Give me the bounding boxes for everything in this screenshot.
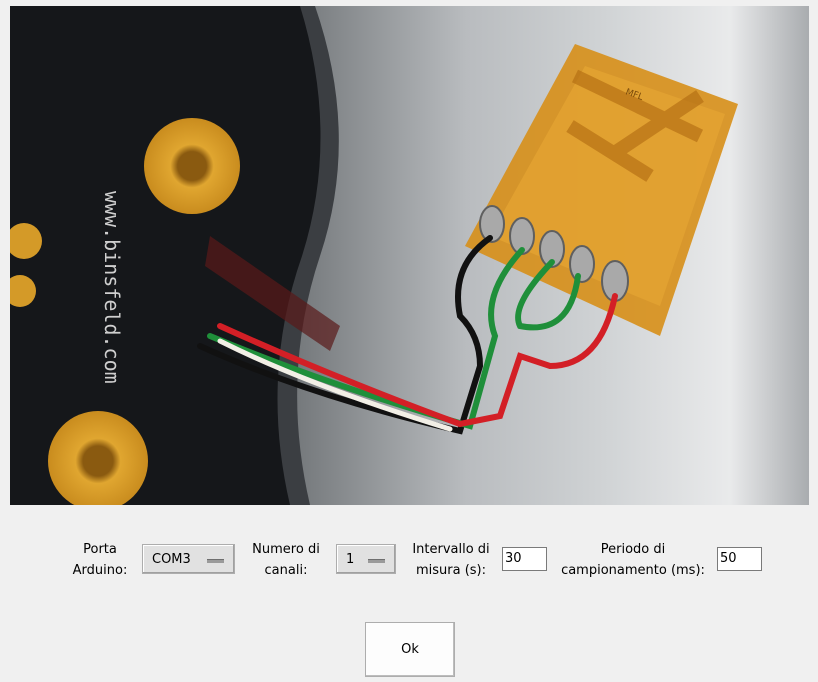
canali-label-line2: canali:	[264, 563, 308, 578]
intervallo-label-line1: Intervallo di	[412, 542, 490, 557]
intervallo-label: Intervallo di misura (s):	[405, 539, 497, 581]
canali-label: Numero di canali:	[245, 539, 327, 581]
periodo-input[interactable]: 50	[717, 547, 762, 571]
intervallo-input[interactable]: 30	[502, 547, 547, 571]
periodo-label-line2: campionamento (ms):	[561, 563, 705, 578]
dropdown-arrow-icon	[207, 559, 224, 563]
board-print: www.binsfeld.com	[100, 191, 124, 384]
porta-label: Porta Arduino:	[70, 539, 130, 581]
ok-button[interactable]: Ok	[365, 622, 455, 677]
porta-value: COM3	[152, 552, 191, 567]
dropdown-arrow-icon	[368, 559, 385, 563]
periodo-label: Periodo di campionamento (ms):	[557, 539, 709, 581]
intervallo-label-line2: misura (s):	[415, 563, 487, 578]
strain-gauge-photo: www.binsfeld.com MFL	[10, 6, 809, 505]
porta-label-line1: Porta	[83, 542, 117, 557]
canali-value: 1	[346, 552, 355, 567]
porta-label-line2: Arduino:	[72, 563, 128, 578]
periodo-label-line1: Periodo di	[600, 542, 666, 557]
porta-select[interactable]: COM3	[142, 544, 235, 574]
canali-label-line1: Numero di	[252, 542, 320, 557]
canali-select[interactable]: 1	[336, 544, 396, 574]
